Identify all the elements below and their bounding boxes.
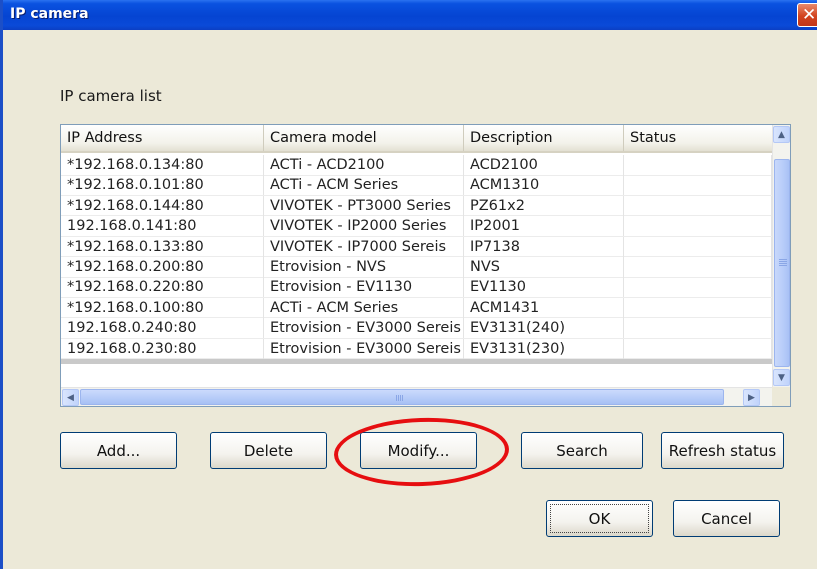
table-row[interactable]: *192.168.0.200:80 Etrovision - NVS NVS (61, 257, 772, 278)
cell-status (624, 216, 772, 237)
grip-line (396, 395, 397, 401)
scroll-up-button[interactable]: ▲ (773, 126, 790, 143)
cell-ip-address: *192.168.0.101:80 (61, 175, 264, 196)
close-icon: ✕ (802, 5, 817, 25)
cell-ip-address: *192.168.0.134:80 (61, 155, 264, 175)
grip-line (398, 395, 399, 401)
cell-ip-address: 192.168.0.230:80 (61, 338, 264, 359)
column-header-status[interactable]: Status (624, 125, 772, 151)
add-button[interactable]: Add... (60, 432, 177, 469)
chevron-up-icon: ▲ (778, 130, 785, 140)
horizontal-scroll-thumb[interactable] (80, 389, 724, 405)
grip-line (400, 395, 401, 401)
table-row[interactable]: *192.168.0.144:80 VIVOTEK - PT3000 Series… (61, 195, 772, 217)
cell-status (624, 277, 772, 298)
cell-description: EV1130 (464, 277, 624, 298)
column-header-ip-address[interactable]: IP Address (61, 125, 264, 151)
cell-camera-model: ACTi - ACM Series (264, 297, 464, 318)
vertical-scrollbar[interactable]: ▲ ▼ (772, 125, 790, 387)
scroll-down-button[interactable]: ▼ (773, 369, 790, 386)
cell-ip-address: *192.168.0.133:80 (61, 236, 264, 257)
cell-ip-address: 192.168.0.141:80 (61, 216, 264, 237)
cell-description: IP2001 (464, 216, 624, 237)
column-header-camera-model[interactable]: Camera model (264, 125, 464, 151)
cell-status (624, 236, 772, 257)
cell-camera-model: VIVOTEK - IP7000 Sereis (264, 236, 464, 257)
cell-ip-address: *192.168.0.144:80 (61, 195, 264, 216)
window-title: IP camera (10, 6, 89, 22)
cell-camera-model: Etrovision - EV3000 Sereis (264, 338, 464, 359)
cancel-button[interactable]: Cancel (673, 500, 780, 537)
table-row[interactable]: *192.168.0.100:80 ACTi - ACM Series ACM143… (61, 297, 772, 319)
delete-button[interactable]: Delete (210, 432, 327, 469)
horizontal-scrollbar[interactable]: ◀ ▶ (61, 387, 772, 406)
scroll-right-button[interactable]: ▶ (743, 389, 760, 406)
list-empty-area (61, 359, 772, 364)
cell-camera-model: ACTi - ACD2100 (264, 155, 464, 175)
cell-camera-model: Etrovision - EV1130 (264, 277, 464, 298)
vertical-scroll-thumb[interactable] (774, 159, 790, 367)
cell-status (624, 195, 772, 216)
ip-camera-dialog: IP camera ✕ IP camera list IP Address Ca… (0, 0, 817, 569)
cell-camera-model: VIVOTEK - IP2000 Series (264, 216, 464, 237)
cell-camera-model: VIVOTEK - PT3000 Series (264, 195, 464, 216)
focus-rectangle (550, 504, 649, 533)
chevron-down-icon: ▼ (778, 373, 785, 383)
table-row[interactable]: *192.168.0.134:80 ACTi - ACD2100 ACD2100 (61, 155, 772, 176)
refresh-status-button[interactable]: Refresh status (661, 432, 784, 469)
modify-button[interactable]: Modify... (360, 432, 477, 469)
table-row[interactable]: 192.168.0.240:80 Etrovision - EV3000 Sere… (61, 318, 772, 339)
cell-description: PZ61x2 (464, 195, 624, 216)
cell-camera-model: Etrovision - EV3000 Sereis (264, 318, 464, 339)
cell-status (624, 338, 772, 359)
cell-status (624, 155, 772, 175)
grip-line (779, 265, 787, 266)
chevron-left-icon: ◀ (67, 393, 74, 403)
title-bar: IP camera (3, 0, 817, 30)
cell-status (624, 257, 772, 277)
table-row[interactable]: 192.168.0.230:80 Etrovision - EV3000 Sere… (61, 338, 772, 360)
grip-line (779, 261, 787, 262)
cell-description: NVS (464, 257, 624, 277)
camera-list-label: IP camera list (60, 87, 162, 105)
cell-description: ACM1431 (464, 297, 624, 318)
chevron-right-icon: ▶ (748, 393, 755, 403)
cell-camera-model: Etrovision - NVS (264, 257, 464, 277)
scrollbar-corner (772, 387, 790, 406)
cell-ip-address: *192.168.0.100:80 (61, 297, 264, 318)
table-row[interactable]: *192.168.0.101:80 ACTi - ACM Series ACM131… (61, 175, 772, 196)
cell-status (624, 297, 772, 318)
cell-description: IP7138 (464, 236, 624, 257)
grip-line (779, 259, 787, 260)
cell-ip-address: 192.168.0.240:80 (61, 318, 264, 339)
camera-list[interactable]: IP Address Camera model Description Stat… (60, 124, 791, 407)
table-row[interactable]: 192.168.0.141:80 VIVOTEK - IP2000 Series I… (61, 216, 772, 237)
scroll-left-button[interactable]: ◀ (62, 389, 79, 406)
cell-camera-model: ACTi - ACM Series (264, 175, 464, 196)
table-row[interactable]: *192.168.0.220:80 Etrovision - EV1130 EV11… (61, 277, 772, 298)
grip-line (402, 395, 403, 401)
list-header: IP Address Camera model Description Stat… (61, 125, 772, 153)
search-button[interactable]: Search (521, 432, 643, 469)
cell-ip-address: *192.168.0.220:80 (61, 277, 264, 298)
cell-ip-address: *192.168.0.200:80 (61, 257, 264, 277)
grip-line (779, 263, 787, 264)
close-button[interactable]: ✕ (797, 3, 817, 27)
cell-status (624, 318, 772, 339)
column-header-description[interactable]: Description (464, 125, 624, 151)
table-row[interactable]: *192.168.0.133:80 VIVOTEK - IP7000 Sereis… (61, 236, 772, 258)
cell-description: ACD2100 (464, 155, 624, 175)
cell-description: EV3131(240) (464, 318, 624, 339)
ok-button[interactable]: OK (546, 500, 653, 537)
cell-status (624, 175, 772, 196)
cell-description: EV3131(230) (464, 338, 624, 359)
cell-description: ACM1310 (464, 175, 624, 196)
